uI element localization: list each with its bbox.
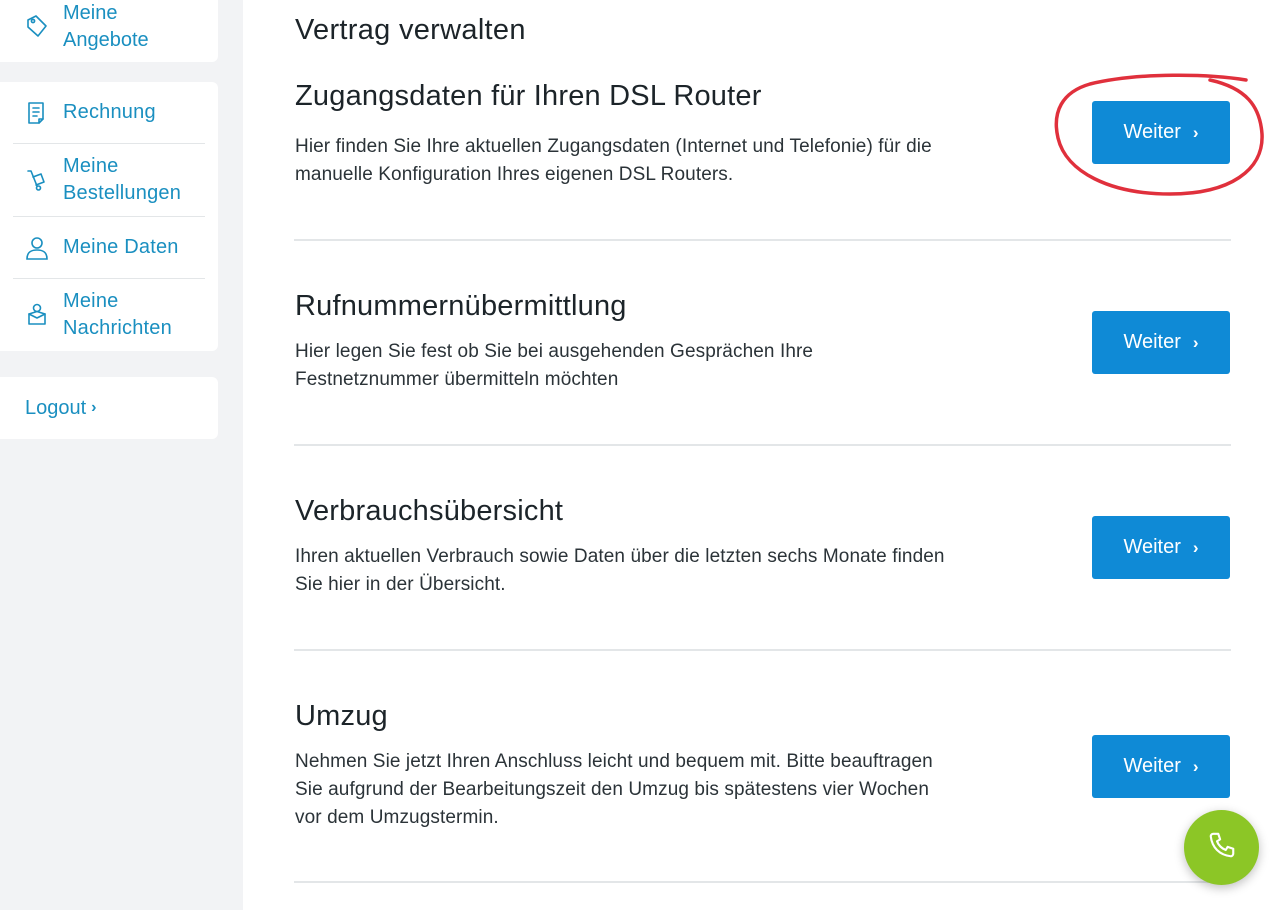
sidebar-nav: Rechnung Meine Bestellungen Meine Daten (0, 82, 218, 351)
sidebar-card-logout: Logout › (0, 377, 218, 439)
sidebar-item-daten[interactable]: Meine Daten (13, 217, 205, 279)
messages-icon (25, 301, 49, 329)
section-heading: Zugangsdaten für Ihren DSL Router (295, 80, 762, 112)
weiter-button-verbrauch[interactable]: Weiter › (1092, 516, 1230, 579)
chevron-right-icon: › (1192, 122, 1199, 142)
sidebar-item-label: Rechnung (63, 101, 156, 123)
button-label: Weiter (1123, 755, 1181, 777)
divider (294, 444, 1231, 446)
invoice-icon (25, 99, 49, 127)
chevron-right-icon: › (1192, 332, 1199, 352)
button-label: Weiter (1123, 536, 1181, 558)
sidebar-item-label: Meine Nachrichten (63, 290, 172, 339)
sidebar-item-bestellungen[interactable]: Meine Bestellungen (13, 144, 205, 217)
divider (294, 881, 1231, 883)
sidebar-card-offers: Meine Angebote (0, 0, 218, 62)
chevron-right-icon: › (1192, 756, 1199, 776)
call-button[interactable] (1184, 810, 1259, 885)
sidebar: Meine Angebote Rechnung Meine Bestellung… (0, 0, 243, 910)
logout-link[interactable]: Logout › (25, 395, 97, 421)
section-description: Ihren aktuellen Verbrauch sowie Daten üb… (295, 546, 945, 595)
divider (294, 649, 1231, 651)
sidebar-item-label: Meine Bestellungen (63, 155, 182, 204)
sidebar-item-label: Meine Angebote (63, 2, 149, 51)
sidebar-item-rechnung[interactable]: Rechnung (13, 82, 205, 144)
weiter-button-umzug[interactable]: Weiter › (1092, 735, 1230, 798)
weiter-button-rufnummer[interactable]: Weiter › (1092, 311, 1230, 374)
sidebar-item-offers[interactable]: Meine Angebote (25, 0, 203, 54)
chevron-right-icon: › (91, 399, 97, 416)
section-description: Nehmen Sie jetzt Ihren Anschluss leicht … (295, 751, 933, 828)
section-heading: Umzug (295, 700, 388, 732)
sidebar-item-nachrichten[interactable]: Meine Nachrichten (13, 279, 205, 351)
section-heading: Verbrauchsübersicht (295, 495, 564, 527)
logout-label: Logout (25, 397, 87, 419)
section-heading: Rufnummernübermittlung (295, 290, 627, 322)
tag-icon (25, 13, 49, 41)
page-title: Vertrag verwalten (295, 14, 526, 46)
chevron-right-icon: › (1192, 537, 1199, 557)
divider (294, 239, 1231, 241)
button-label: Weiter (1123, 331, 1181, 353)
button-label: Weiter (1123, 121, 1181, 143)
section-description: Hier finden Sie Ihre aktuellen Zugangsda… (295, 136, 932, 185)
hand-truck-icon (25, 166, 49, 194)
sidebar-item-label: Meine Daten (63, 236, 179, 258)
phone-icon (1207, 830, 1237, 865)
main-content: Vertrag verwalten Zugangsdaten für Ihren… (294, 0, 1231, 910)
user-icon (25, 234, 49, 262)
section-description: Hier legen Sie fest ob Sie bei ausgehend… (295, 341, 814, 390)
weiter-button-dsl-router[interactable]: Weiter › (1092, 101, 1230, 164)
